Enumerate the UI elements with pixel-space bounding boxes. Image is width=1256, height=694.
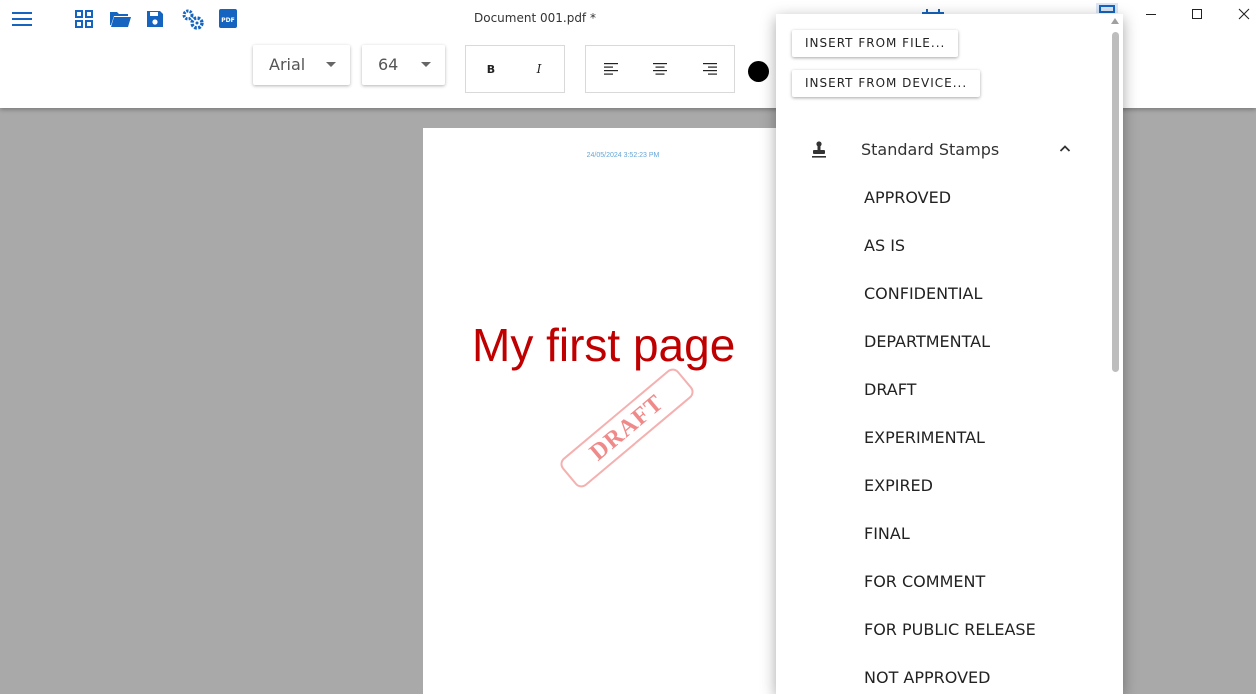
menu-icon[interactable]: [12, 11, 32, 27]
stamp-item-final[interactable]: FINAL: [864, 524, 910, 543]
align-left-button[interactable]: [586, 46, 636, 92]
stamp-icon: [811, 141, 827, 159]
settings-icon[interactable]: [181, 8, 205, 30]
chevron-down-icon: [326, 62, 336, 67]
font-size-select[interactable]: 64: [362, 45, 445, 85]
stamp-item-draft[interactable]: DRAFT: [864, 380, 916, 399]
font-family-select[interactable]: Arial: [253, 45, 350, 85]
italic-button[interactable]: I: [514, 46, 564, 92]
grid-icon[interactable]: [75, 10, 93, 28]
stamp-item-for-comment[interactable]: FOR COMMENT: [864, 572, 985, 591]
text-color-picker[interactable]: [748, 61, 769, 82]
scroll-up-arrow-icon[interactable]: [1111, 18, 1119, 24]
stamp-item-as-is[interactable]: AS IS: [864, 236, 905, 255]
font-family-value: Arial: [269, 55, 306, 74]
draft-stamp[interactable]: DRAFT: [557, 365, 697, 491]
align-left-icon: [604, 63, 618, 75]
stamp-item-approved[interactable]: APPROVED: [864, 188, 951, 207]
font-size-value: 64: [378, 55, 399, 74]
insert-from-device-button[interactable]: INSERT FROM DEVICE...: [792, 70, 981, 97]
insert-from-file-button[interactable]: INSERT FROM FILE...: [792, 30, 959, 57]
align-center-button[interactable]: [635, 46, 685, 92]
minimize-button[interactable]: [1128, 0, 1174, 28]
document-title: Document 001.pdf *: [474, 11, 596, 25]
page-timestamp: 24/05/2024 3:52:23 PM: [586, 152, 660, 159]
stamp-panel: INSERT FROM FILE... INSERT FROM DEVICE..…: [776, 14, 1123, 694]
align-right-icon: [703, 63, 717, 75]
stamp-item-for-public-release[interactable]: FOR PUBLIC RELEASE: [864, 620, 1036, 639]
folder-open-icon[interactable]: [109, 10, 131, 28]
stamp-item-confidential[interactable]: CONFIDENTIAL: [864, 284, 982, 303]
section-title: Standard Stamps: [861, 140, 1000, 159]
scrollbar-thumb[interactable]: [1112, 32, 1119, 372]
page-heading[interactable]: My first page: [472, 318, 735, 372]
chevron-down-icon: [421, 62, 431, 67]
pdf-icon[interactable]: PDF: [219, 9, 237, 28]
stamp-item-not-approved[interactable]: NOT APPROVED: [864, 668, 990, 687]
svg-text:PDF: PDF: [221, 17, 234, 24]
stamp-item-departmental[interactable]: DEPARTMENTAL: [864, 332, 990, 351]
standard-stamps-header[interactable]: Standard Stamps: [776, 130, 1106, 170]
stamp-item-experimental[interactable]: EXPERIMENTAL: [864, 428, 985, 447]
stamp-item-expired[interactable]: EXPIRED: [864, 476, 933, 495]
alignment-group: [585, 45, 735, 93]
text-style-group: B I: [465, 45, 565, 93]
close-button[interactable]: [1221, 0, 1256, 28]
bold-button[interactable]: B: [466, 46, 516, 92]
maximize-button[interactable]: [1174, 0, 1220, 28]
align-center-icon: [653, 63, 667, 75]
draft-stamp-label: DRAFT: [584, 389, 669, 466]
pdf-page: 24/05/2024 3:52:23 PM My first page DRAF…: [423, 128, 823, 694]
save-icon[interactable]: [146, 10, 164, 28]
stamp-tool-icon[interactable]: [1096, 3, 1118, 13]
align-right-button[interactable]: [685, 46, 735, 92]
chevron-up-icon[interactable]: [1059, 144, 1071, 152]
